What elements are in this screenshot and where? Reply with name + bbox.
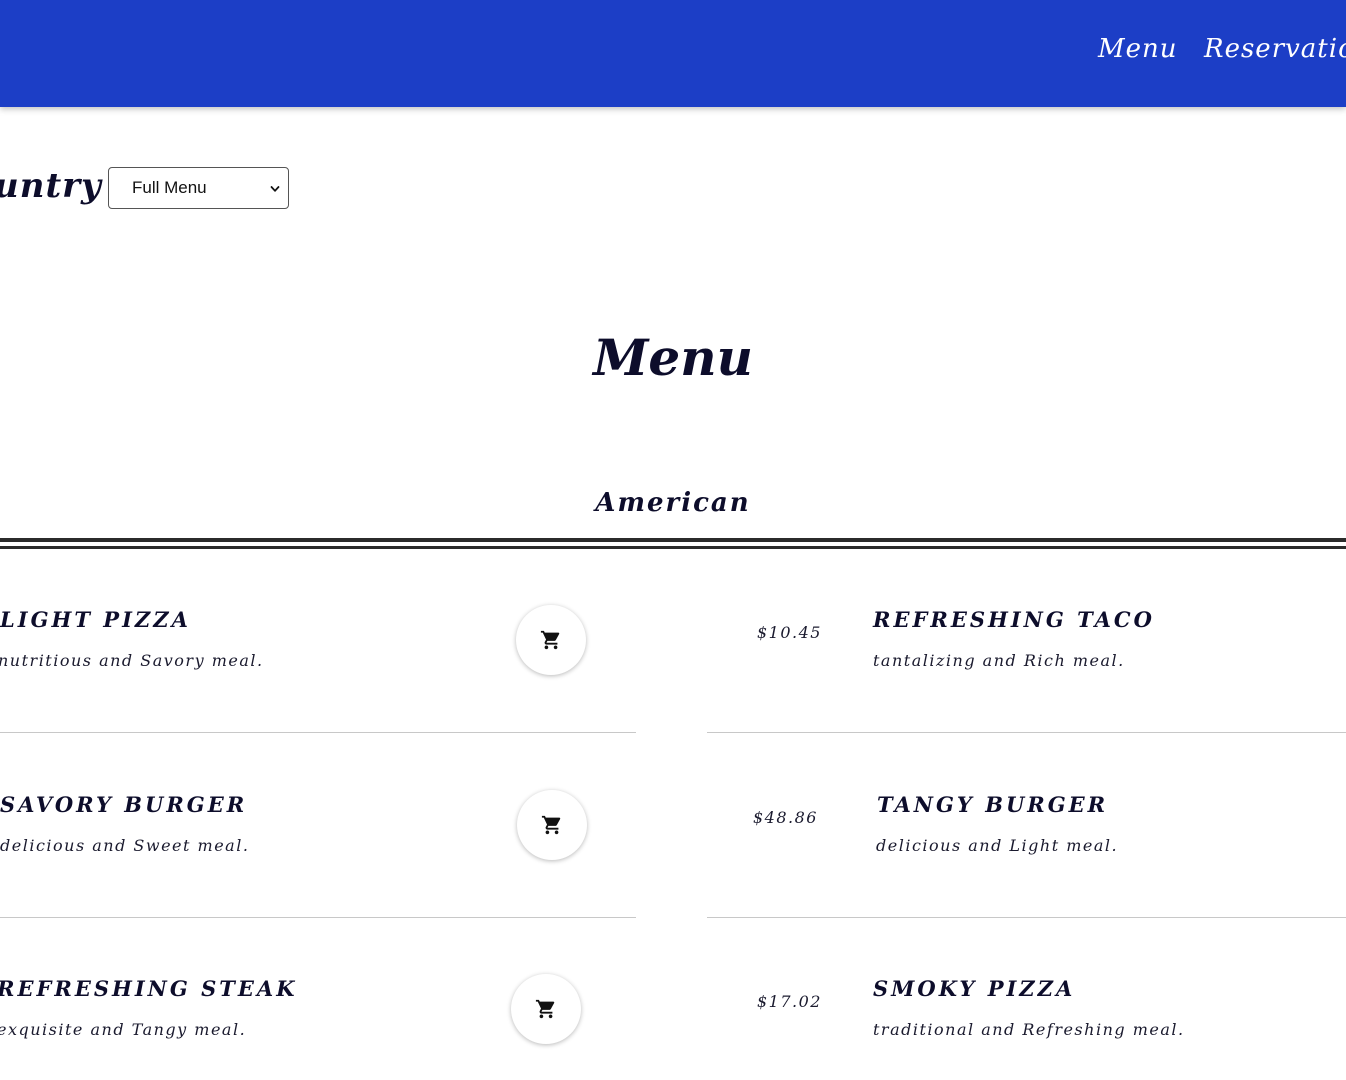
chevron-down-icon <box>270 186 280 192</box>
row-divider <box>707 917 1346 918</box>
menu-item-name: Refreshing Taco <box>873 607 1155 632</box>
nav-link-reservations[interactable]: Reservation <box>1204 34 1346 64</box>
country-select-value: Full Menu <box>132 178 207 197</box>
row-divider <box>0 917 636 918</box>
menu-item-description: nutritious and Savory meal. <box>0 651 264 670</box>
menu-item-name: Savory Burger <box>0 792 248 817</box>
menu-item-price: $48.86 <box>753 808 818 827</box>
nav-link-menu[interactable]: Menu <box>1098 34 1178 64</box>
row-divider <box>0 732 636 733</box>
shopping-cart-icon <box>540 630 560 650</box>
section-divider <box>0 538 1346 549</box>
menu-item-description: exquisite and Tangy meal. <box>0 1020 247 1039</box>
top-navbar: Menu Reservation <box>0 0 1346 107</box>
menu-item-description: delicious and Light meal. <box>876 836 1119 855</box>
country-filter-label: untry <box>0 166 102 206</box>
menu-item-description: traditional and Refreshing meal. <box>873 1020 1185 1039</box>
menu-item-name: Refreshing Steak <box>0 976 298 1001</box>
menu-item-name: Tangy Burger <box>877 792 1109 817</box>
menu-item-description: tantalizing and Rich meal. <box>873 651 1125 670</box>
menu-item-name: Smoky Pizza <box>873 976 1076 1001</box>
country-select[interactable]: Full Menu <box>108 167 289 209</box>
menu-item-price: $17.02 <box>757 992 822 1011</box>
page-title: Menu <box>593 328 753 387</box>
menu-item-name: Light Pizza <box>0 607 191 632</box>
row-divider <box>707 732 1346 733</box>
shopping-cart-icon <box>535 999 555 1019</box>
section-title: American <box>595 488 751 518</box>
add-to-cart-button[interactable] <box>511 974 581 1044</box>
menu-item-description: delicious and Sweet meal. <box>0 836 250 855</box>
shopping-cart-icon <box>541 815 561 835</box>
menu-item-price: $10.45 <box>757 623 822 642</box>
add-to-cart-button[interactable] <box>517 790 587 860</box>
add-to-cart-button[interactable] <box>516 605 586 675</box>
